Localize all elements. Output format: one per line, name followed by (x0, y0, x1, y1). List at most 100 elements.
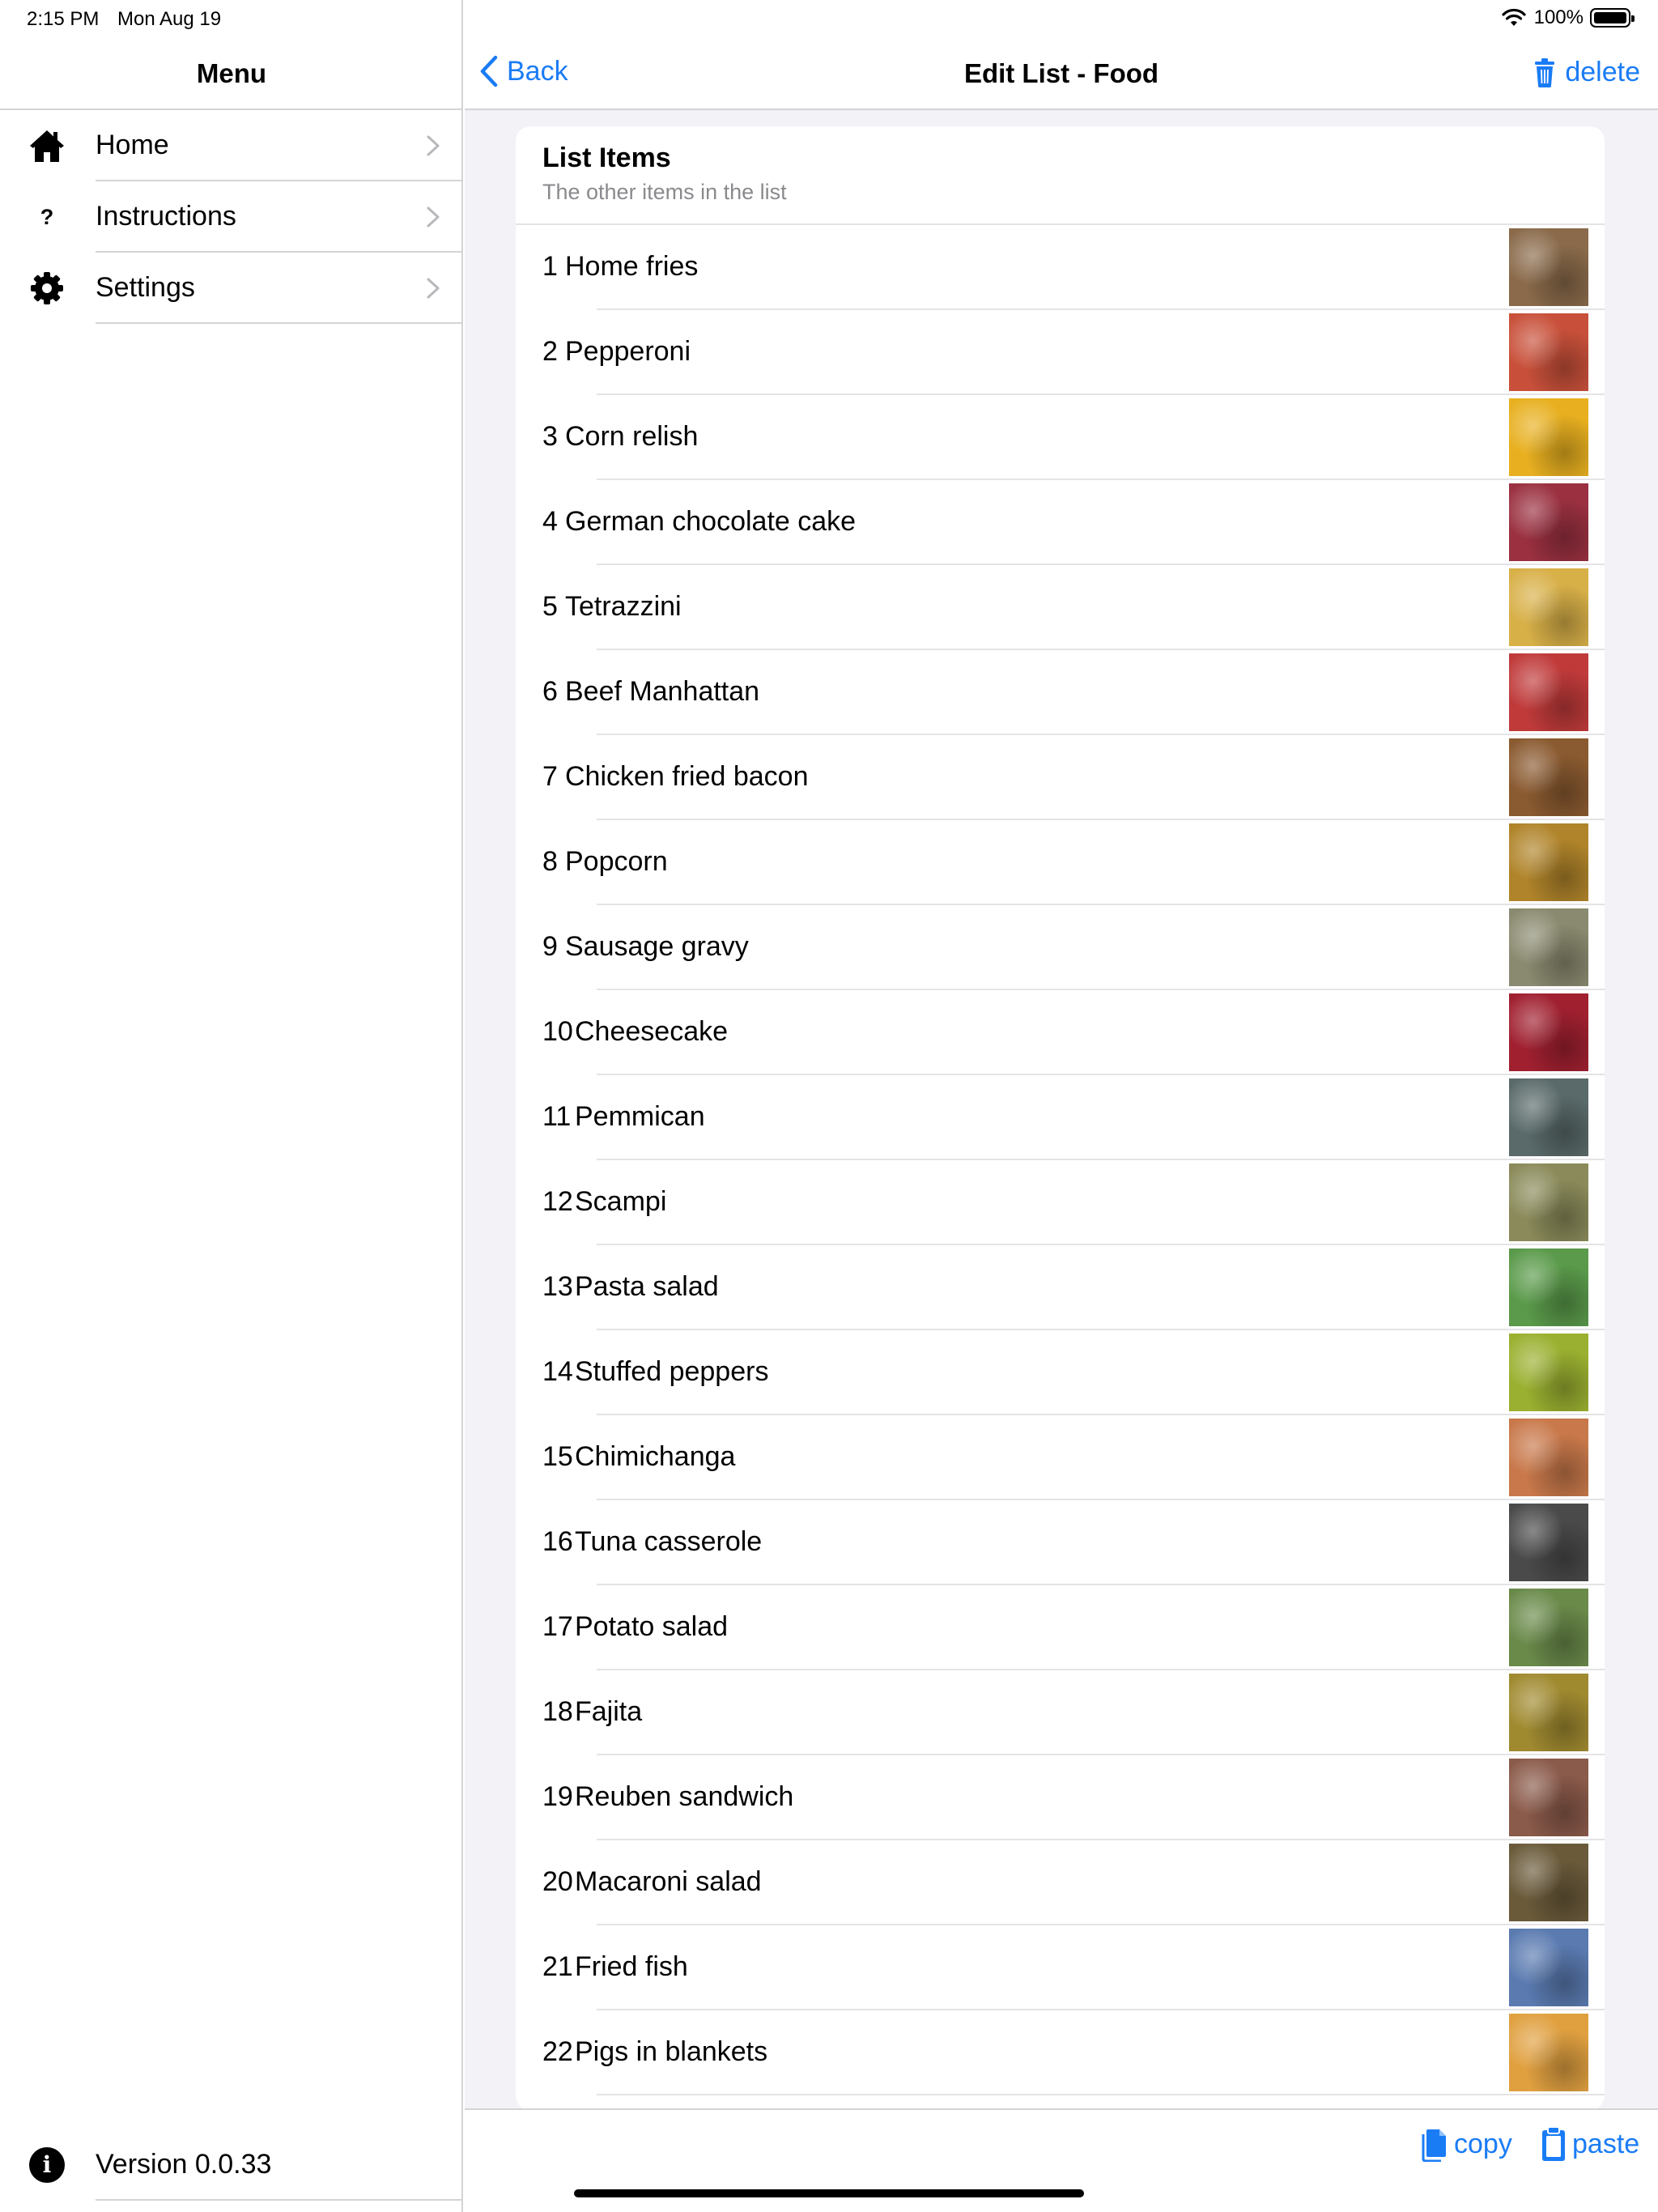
item-name: Corn relish (565, 421, 699, 452)
item-name: Pigs in blankets (575, 2036, 768, 2067)
list-item[interactable]: 21 Fried fish (516, 1925, 1605, 2010)
battery-percent: 100% (1533, 6, 1584, 28)
divider (96, 322, 463, 324)
list-item[interactable]: 9 Sausage gravy (516, 905, 1605, 990)
list-item[interactable]: 8 Popcorn (516, 820, 1605, 905)
item-thumbnail (1509, 483, 1588, 561)
item-number: 11 (542, 1101, 572, 1132)
paste-button[interactable]: paste (1540, 2126, 1639, 2162)
item-number: 16 (542, 1526, 573, 1557)
card-title: List Items (542, 143, 671, 173)
item-number: 8 (542, 846, 558, 877)
list-item[interactable]: 22 Pigs in blankets (516, 2010, 1605, 2095)
main-pane: Back Edit List - Food delete List Items … (465, 0, 1658, 2212)
item-name: Cheesecake (575, 1016, 729, 1047)
list-item[interactable]: 7 Chicken fried bacon (516, 735, 1605, 820)
sidebar-item-home[interactable]: Home (0, 110, 463, 181)
item-thumbnail (1509, 1674, 1588, 1751)
info-icon: i (29, 2147, 65, 2183)
sidebar-item-instructions[interactable]: ? Instructions (0, 181, 463, 253)
item-number: 10 (542, 1016, 573, 1047)
copy-button[interactable]: copy (1422, 2126, 1512, 2162)
wifi-icon (1502, 8, 1526, 26)
item-number: 3 (542, 421, 558, 452)
sidebar-item-label: Settings (96, 272, 195, 303)
list-item[interactable]: 3 Corn relish (516, 395, 1605, 480)
divider (597, 2094, 1605, 2095)
item-thumbnail (1509, 1334, 1588, 1411)
item-thumbnail (1509, 993, 1588, 1071)
item-name: Tuna casserole (575, 1526, 763, 1557)
list-item[interactable]: 14 Stuffed peppers (516, 1330, 1605, 1415)
item-name: German chocolate cake (565, 506, 857, 537)
list-item[interactable]: 4 German chocolate cake (516, 480, 1605, 565)
version-label: Version 0.0.33 (96, 2149, 272, 2180)
item-name: Potato salad (575, 1611, 729, 1642)
item-number: 17 (542, 1611, 573, 1642)
page-title: Edit List - Food (963, 58, 1159, 88)
list-item[interactable]: 19 Reuben sandwich (516, 1755, 1605, 1840)
list-item[interactable]: 2 Pepperoni (516, 310, 1605, 395)
chevron-right-icon (427, 206, 440, 228)
item-name: Reuben sandwich (575, 1781, 794, 1812)
item-name: Scampi (575, 1186, 667, 1217)
item-number: 18 (542, 1696, 573, 1727)
list-item[interactable]: 12 Scampi (516, 1160, 1605, 1245)
item-number: 2 (542, 336, 558, 367)
delete-label: delete (1565, 57, 1640, 87)
item-number: 21 (542, 1951, 573, 1982)
item-thumbnail (1509, 823, 1588, 901)
item-thumbnail (1509, 1844, 1588, 1921)
item-name: Fajita (575, 1696, 643, 1727)
divider (96, 2199, 463, 2201)
item-number: 19 (542, 1781, 573, 1812)
sidebar-title: Menu (196, 58, 267, 88)
list-item[interactable]: 15 Chimichanga (516, 1415, 1605, 1500)
item-name: Home fries (565, 251, 699, 282)
item-thumbnail (1509, 1078, 1588, 1156)
home-indicator (574, 2189, 1084, 2197)
item-number: 4 (542, 506, 558, 537)
item-name: Stuffed peppers (575, 1356, 769, 1387)
item-number: 22 (542, 2036, 573, 2067)
list-item[interactable]: 1 Home fries (516, 225, 1605, 310)
house-icon (28, 128, 66, 164)
item-thumbnail (1509, 1504, 1588, 1581)
item-number: 14 (542, 1356, 573, 1387)
gear-icon (28, 270, 66, 306)
item-thumbnail (1509, 1929, 1588, 2006)
list-item[interactable]: 13 Pasta salad (516, 1245, 1605, 1330)
list-item[interactable]: 16 Tuna casserole (516, 1500, 1605, 1585)
item-thumbnail (1509, 653, 1588, 731)
delete-button[interactable]: delete (1534, 57, 1640, 88)
sidebar-item-settings[interactable]: Settings (0, 253, 463, 324)
item-number: 13 (542, 1271, 573, 1302)
status-time: 2:15 PM (27, 8, 100, 30)
item-name: Fried fish (575, 1951, 688, 1982)
list-item[interactable]: 18 Fajita (516, 1670, 1605, 1755)
item-thumbnail (1509, 313, 1588, 391)
item-thumbnail (1509, 2014, 1588, 2091)
paste-label: paste (1572, 2128, 1640, 2159)
sidebar: Menu Home ? Instructions Settings i Vers… (0, 0, 463, 2212)
list-items-card: List Items The other items in the list 1… (516, 126, 1605, 2110)
list-item[interactable]: 20 Macaroni salad (516, 1840, 1605, 1925)
list-item[interactable]: 5 Tetrazzini (516, 565, 1605, 650)
item-name: Pasta salad (575, 1271, 719, 1302)
question-glyph: ? (40, 204, 54, 229)
question-icon: ? (28, 199, 66, 235)
card-subtitle: The other items in the list (542, 180, 787, 204)
list-item[interactable]: 6 Beef Manhattan (516, 650, 1605, 735)
chevron-right-icon (427, 135, 440, 156)
item-thumbnail (1509, 1589, 1588, 1666)
battery-icon (1590, 8, 1635, 28)
item-number: 1 (542, 251, 558, 282)
chevron-right-icon (427, 278, 440, 299)
list-item[interactable]: 10 Cheesecake (516, 990, 1605, 1075)
sidebar-item-label: Home (96, 130, 169, 160)
item-thumbnail (1509, 1419, 1588, 1496)
list-item[interactable]: 11 Pemmican (516, 1075, 1605, 1160)
list-item[interactable]: 17 Potato salad (516, 1585, 1605, 1670)
version-row[interactable]: i Version 0.0.33 (0, 2129, 463, 2201)
item-thumbnail (1509, 738, 1588, 816)
